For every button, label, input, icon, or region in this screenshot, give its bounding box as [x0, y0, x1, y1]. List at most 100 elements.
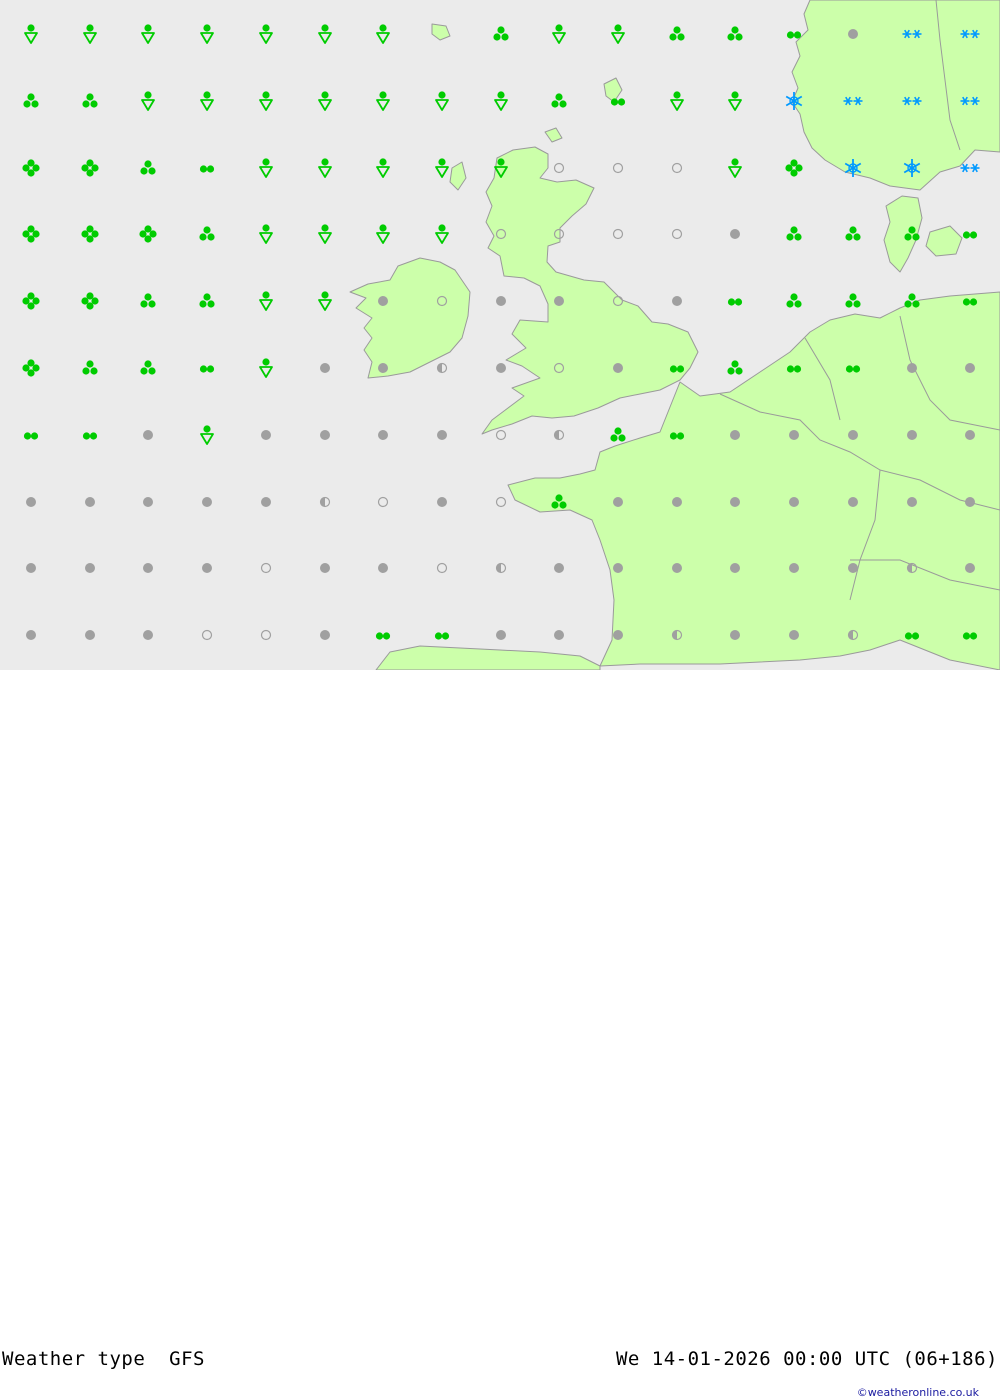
dry-dot-symbol: [848, 29, 858, 39]
three-dot-cluster-symbol: [904, 293, 920, 308]
four-dot-cluster-symbol: [22, 359, 40, 377]
open-circle-symbol: [612, 162, 624, 174]
shower-triangle-symbol: [552, 24, 566, 44]
map-title: Weather type GFS: [2, 1348, 205, 1370]
shower-triangle-symbol: [728, 158, 742, 178]
dry-dot-symbol: [730, 229, 740, 239]
dry-dot-symbol: [320, 563, 330, 573]
rain-dots-symbol: [669, 365, 685, 373]
three-dot-cluster-symbol: [199, 226, 215, 241]
shower-triangle-symbol: [435, 224, 449, 244]
dry-dot-symbol: [613, 563, 623, 573]
rain-dots-symbol: [434, 632, 450, 640]
dry-dot-symbol: [730, 430, 740, 440]
dry-dot-symbol: [143, 497, 153, 507]
dry-dot-symbol: [789, 563, 799, 573]
dry-dot-symbol: [965, 363, 975, 373]
three-dot-cluster-symbol: [845, 293, 861, 308]
three-dot-cluster-symbol: [727, 360, 743, 375]
dry-dot-symbol: [554, 563, 564, 573]
dry-dot-symbol: [672, 497, 682, 507]
dry-dot-symbol: [848, 430, 858, 440]
dry-dot-symbol: [320, 630, 330, 640]
open-circle-symbol: [612, 295, 624, 307]
shower-triangle-symbol: [141, 24, 155, 44]
dry-dot-symbol: [730, 563, 740, 573]
half-circle-symbol: [319, 496, 331, 508]
shower-triangle-symbol: [200, 425, 214, 445]
open-circle-symbol: [553, 362, 565, 374]
dry-dot-symbol: [789, 497, 799, 507]
dry-dot-symbol: [730, 630, 740, 640]
shower-triangle-symbol: [670, 91, 684, 111]
open-circle-symbol: [495, 496, 507, 508]
dry-dot-symbol: [789, 630, 799, 640]
three-dot-cluster-symbol: [140, 293, 156, 308]
rain-dots-symbol: [786, 31, 802, 39]
rain-dots-symbol: [962, 632, 978, 640]
open-circle-symbol: [201, 629, 213, 641]
shower-triangle-symbol: [318, 91, 332, 111]
shower-triangle-symbol: [141, 91, 155, 111]
shower-triangle-symbol: [259, 358, 273, 378]
snow-asterisks-symbol: [960, 163, 980, 173]
shower-triangle-symbol: [494, 158, 508, 178]
dry-dot-symbol: [965, 497, 975, 507]
shower-triangle-symbol: [24, 24, 38, 44]
footer-bar: Weather type GFS We 14-01-2026 00:00 UTC…: [0, 670, 1000, 1399]
shower-triangle-symbol: [259, 224, 273, 244]
shower-triangle-symbol: [611, 24, 625, 44]
three-dot-cluster-symbol: [140, 360, 156, 375]
four-dot-cluster-symbol: [81, 159, 99, 177]
three-dot-cluster-symbol: [23, 93, 39, 108]
rain-dots-symbol: [610, 98, 626, 106]
rain-dots-symbol: [962, 231, 978, 239]
dry-dot-symbol: [613, 363, 623, 373]
dry-dot-symbol: [26, 630, 36, 640]
snow-asterisks-symbol: [902, 29, 922, 39]
four-dot-cluster-symbol: [81, 292, 99, 310]
three-dot-cluster-symbol: [551, 494, 567, 509]
shower-triangle-symbol: [259, 91, 273, 111]
open-circle-symbol: [436, 562, 448, 574]
rain-dots-symbol: [375, 632, 391, 640]
dry-dot-symbol: [848, 563, 858, 573]
dry-dot-symbol: [965, 563, 975, 573]
open-circle-symbol: [260, 562, 272, 574]
three-dot-cluster-symbol: [82, 360, 98, 375]
weather-map: [0, 0, 1000, 670]
snowflake-symbol: [785, 92, 803, 110]
dry-dot-symbol: [378, 563, 388, 573]
dry-dot-symbol: [85, 630, 95, 640]
dry-dot-symbol: [437, 430, 447, 440]
open-circle-symbol: [553, 228, 565, 240]
four-dot-cluster-symbol: [139, 225, 157, 243]
dry-dot-symbol: [613, 497, 623, 507]
rain-dots-symbol: [786, 365, 802, 373]
half-circle-symbol: [906, 562, 918, 574]
dry-dot-symbol: [85, 497, 95, 507]
dry-dot-symbol: [378, 430, 388, 440]
dry-dot-symbol: [907, 497, 917, 507]
snow-asterisks-symbol: [843, 96, 863, 106]
rain-dots-symbol: [904, 632, 920, 640]
shower-triangle-symbol: [376, 158, 390, 178]
open-circle-symbol: [495, 429, 507, 441]
open-circle-symbol: [260, 629, 272, 641]
dry-dot-symbol: [261, 430, 271, 440]
four-dot-cluster-symbol: [22, 292, 40, 310]
rain-dots-symbol: [845, 365, 861, 373]
dry-dot-symbol: [378, 296, 388, 306]
dry-dot-symbol: [378, 363, 388, 373]
half-circle-symbol: [436, 362, 448, 374]
shower-triangle-symbol: [200, 91, 214, 111]
snowflake-symbol: [903, 159, 921, 177]
rain-dots-symbol: [23, 432, 39, 440]
three-dot-cluster-symbol: [845, 226, 861, 241]
dry-dot-symbol: [437, 497, 447, 507]
dry-dot-symbol: [26, 497, 36, 507]
half-circle-symbol: [847, 629, 859, 641]
site-credit[interactable]: ©weatheronline.co.uk: [857, 1386, 979, 1399]
three-dot-cluster-symbol: [551, 93, 567, 108]
half-circle-symbol: [671, 629, 683, 641]
